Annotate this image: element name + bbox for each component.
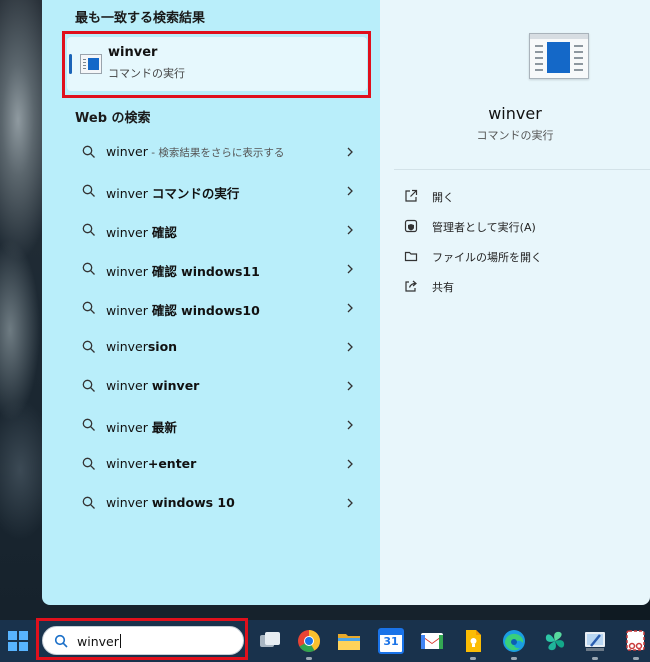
query-suggestion: 確認 windows10	[151, 303, 260, 318]
search-icon	[82, 184, 95, 197]
chevron-right-icon	[347, 303, 353, 313]
query-suggestion: 確認 windows11	[151, 264, 260, 279]
query-text: winver	[106, 186, 152, 201]
details-pane: winver コマンドの実行 開く 管理者として実行(A) ファイルの場所を開く…	[380, 0, 650, 605]
web-search-item[interactable]: winver 確認	[67, 212, 367, 248]
chevron-right-icon	[347, 264, 353, 274]
query-text: winver	[106, 495, 152, 510]
calendar-date: 31	[383, 635, 399, 648]
chevron-right-icon	[347, 381, 353, 391]
annotation-highlight-best-match	[62, 31, 371, 98]
action-open[interactable]: 開く	[404, 185, 634, 207]
search-icon	[82, 379, 95, 392]
query-text: winver	[106, 378, 152, 393]
query-text: winver	[106, 339, 148, 354]
action-label: 管理者として実行(A)	[432, 221, 536, 234]
web-search-heading: Web の検索	[75, 111, 151, 126]
web-search-item[interactable]: winver - 検索結果をさらに表示する	[67, 134, 367, 170]
best-match-heading: 最も一致する検索結果	[75, 11, 206, 26]
action-label: 共有	[432, 281, 454, 294]
gmail-icon[interactable]	[419, 628, 445, 654]
winver-app-icon	[529, 33, 589, 79]
query-text: winver	[106, 303, 152, 318]
query-suggestion: windows 10	[151, 495, 235, 510]
divider	[394, 169, 650, 170]
web-search-item[interactable]: winver windows 10	[67, 485, 367, 521]
search-icon	[82, 301, 95, 314]
folder-icon	[404, 251, 418, 262]
query-suggestion: winver	[151, 378, 200, 393]
paint-icon[interactable]	[582, 628, 608, 654]
query-text: winver	[106, 264, 152, 279]
search-icon	[82, 340, 95, 353]
web-search-item[interactable]: winversion	[67, 329, 367, 365]
query-suggestion: コマンドの実行	[151, 186, 240, 201]
web-search-item[interactable]: winver winver	[67, 368, 367, 404]
action-open-file-location[interactable]: ファイルの場所を開く	[404, 245, 634, 267]
chevron-right-icon	[347, 225, 353, 235]
chevron-right-icon	[347, 147, 353, 157]
query-suggestion: +enter	[147, 456, 197, 471]
action-run-as-admin[interactable]: 管理者として実行(A)	[404, 215, 634, 237]
edge-icon[interactable]	[501, 628, 527, 654]
search-icon	[82, 223, 95, 236]
search-icon	[82, 457, 95, 470]
web-search-item[interactable]: winver+enter	[67, 446, 367, 482]
web-search-item[interactable]: winver 確認 windows10	[67, 290, 367, 326]
photos-icon[interactable]	[542, 628, 568, 654]
open-icon	[405, 189, 418, 202]
query-suggestion: sion	[147, 339, 178, 354]
start-button[interactable]	[8, 631, 28, 651]
shield-icon	[404, 219, 418, 233]
calendar-icon[interactable]: 31	[378, 628, 404, 654]
running-indicator	[470, 657, 476, 660]
web-search-item[interactable]: winver コマンドの実行	[67, 173, 367, 209]
query-text: winver	[106, 225, 152, 240]
details-app-type: コマンドの実行	[476, 129, 554, 142]
query-suggestion: 最新	[151, 420, 177, 435]
share-icon	[405, 280, 417, 292]
running-indicator	[306, 657, 312, 660]
query-text: winver	[106, 456, 148, 471]
action-label: ファイルの場所を開く	[432, 251, 542, 264]
search-icon	[82, 418, 95, 431]
query-hint: - 検索結果をさらに表示する	[147, 147, 285, 159]
search-icon	[82, 145, 95, 158]
chevron-right-icon	[347, 342, 353, 352]
chevron-right-icon	[347, 186, 353, 196]
action-label: 開く	[432, 191, 454, 204]
query-text: winver	[106, 144, 148, 159]
task-view-icon[interactable]	[257, 628, 283, 654]
search-icon	[82, 496, 95, 509]
snipping-tool-icon[interactable]	[623, 628, 649, 654]
file-explorer-icon[interactable]	[336, 628, 362, 654]
chevron-right-icon	[347, 459, 353, 469]
running-indicator	[633, 657, 639, 660]
keep-icon[interactable]	[460, 628, 486, 654]
search-icon	[82, 262, 95, 275]
chevron-right-icon	[347, 420, 353, 430]
web-search-item[interactable]: winver 確認 windows11	[67, 251, 367, 287]
chrome-icon[interactable]	[296, 628, 322, 654]
query-text: winver	[106, 420, 152, 435]
query-suggestion: 確認	[151, 225, 177, 240]
action-share[interactable]: 共有	[404, 275, 634, 297]
running-indicator	[592, 657, 598, 660]
web-search-item[interactable]: winver 最新	[67, 407, 367, 443]
running-indicator	[511, 657, 517, 660]
annotation-highlight-search-box	[36, 618, 248, 660]
details-app-name: winver	[488, 104, 542, 123]
chevron-right-icon	[347, 498, 353, 508]
